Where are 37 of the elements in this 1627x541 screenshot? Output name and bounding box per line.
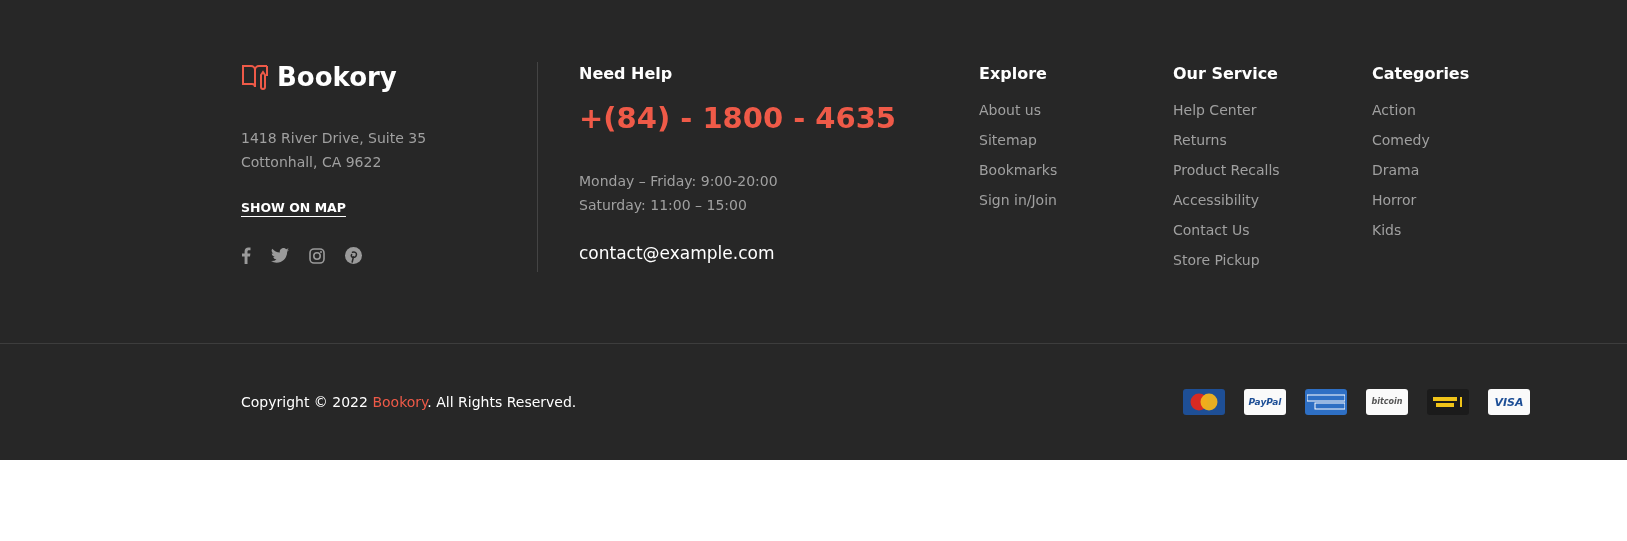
footer-link[interactable]: Store Pickup bbox=[1173, 250, 1372, 270]
footer-link[interactable]: Product Recalls bbox=[1173, 160, 1372, 180]
pinterest-icon[interactable] bbox=[345, 247, 362, 264]
footer-link[interactable]: Horror bbox=[1372, 190, 1572, 210]
address-text: 1418 River Drive, Suite 35 Cottonhall, CA 9622 bbox=[241, 129, 428, 172]
brand-link[interactable]: Bookory bbox=[372, 394, 428, 410]
overlapping-circles-icon bbox=[1189, 393, 1219, 411]
column-heading: Our Service bbox=[1173, 64, 1279, 83]
footer-link[interactable]: Returns bbox=[1173, 130, 1372, 150]
payment-card: PayPal bbox=[1244, 389, 1286, 415]
bars-icon bbox=[1433, 396, 1463, 408]
footer-link[interactable]: Bookmarks bbox=[979, 160, 1173, 180]
footer-link[interactable]: Drama bbox=[1372, 160, 1572, 180]
phone-number[interactable]: +(84) - 1800 - 4635 bbox=[579, 101, 979, 135]
footer-link[interactable]: Sign in/Join bbox=[979, 190, 1173, 210]
book-pen-icon bbox=[241, 63, 269, 91]
show-on-map-link[interactable]: SHOW ON MAP bbox=[241, 200, 346, 215]
instagram-icon[interactable] bbox=[309, 247, 325, 264]
facebook-icon[interactable] bbox=[241, 247, 251, 264]
footer-link[interactable]: Action bbox=[1372, 100, 1572, 120]
copyright-text: Copyright © 2022 Bookory. All Rights Reserved. bbox=[241, 394, 577, 410]
footer-link[interactable]: Accessibility bbox=[1173, 190, 1372, 210]
payment-card: bitcoin bbox=[1366, 389, 1408, 415]
footer-link[interactable]: Comedy bbox=[1372, 130, 1572, 150]
column-heading: Explore bbox=[979, 64, 1048, 83]
column-heading: Need Help bbox=[579, 64, 674, 83]
footer-link[interactable]: About us bbox=[979, 100, 1173, 120]
opening-hours-text: Monday – Friday: 9:00-20:00 Saturday: 11:00 – 15:00 bbox=[579, 172, 779, 215]
footer-link[interactable]: Contact Us bbox=[1173, 220, 1372, 240]
footer-link[interactable]: Help Center bbox=[1173, 100, 1372, 120]
payment-card: VISA bbox=[1488, 389, 1530, 415]
brand-name[interactable]: Bookory bbox=[277, 62, 397, 92]
footer-link[interactable]: Sitemap bbox=[979, 130, 1173, 150]
footer-link[interactable]: Kids bbox=[1372, 220, 1572, 240]
email-link[interactable]: contact@example.com bbox=[579, 243, 979, 263]
column-heading: Categories bbox=[1372, 64, 1471, 83]
twitter-bird-icon[interactable] bbox=[271, 248, 289, 263]
